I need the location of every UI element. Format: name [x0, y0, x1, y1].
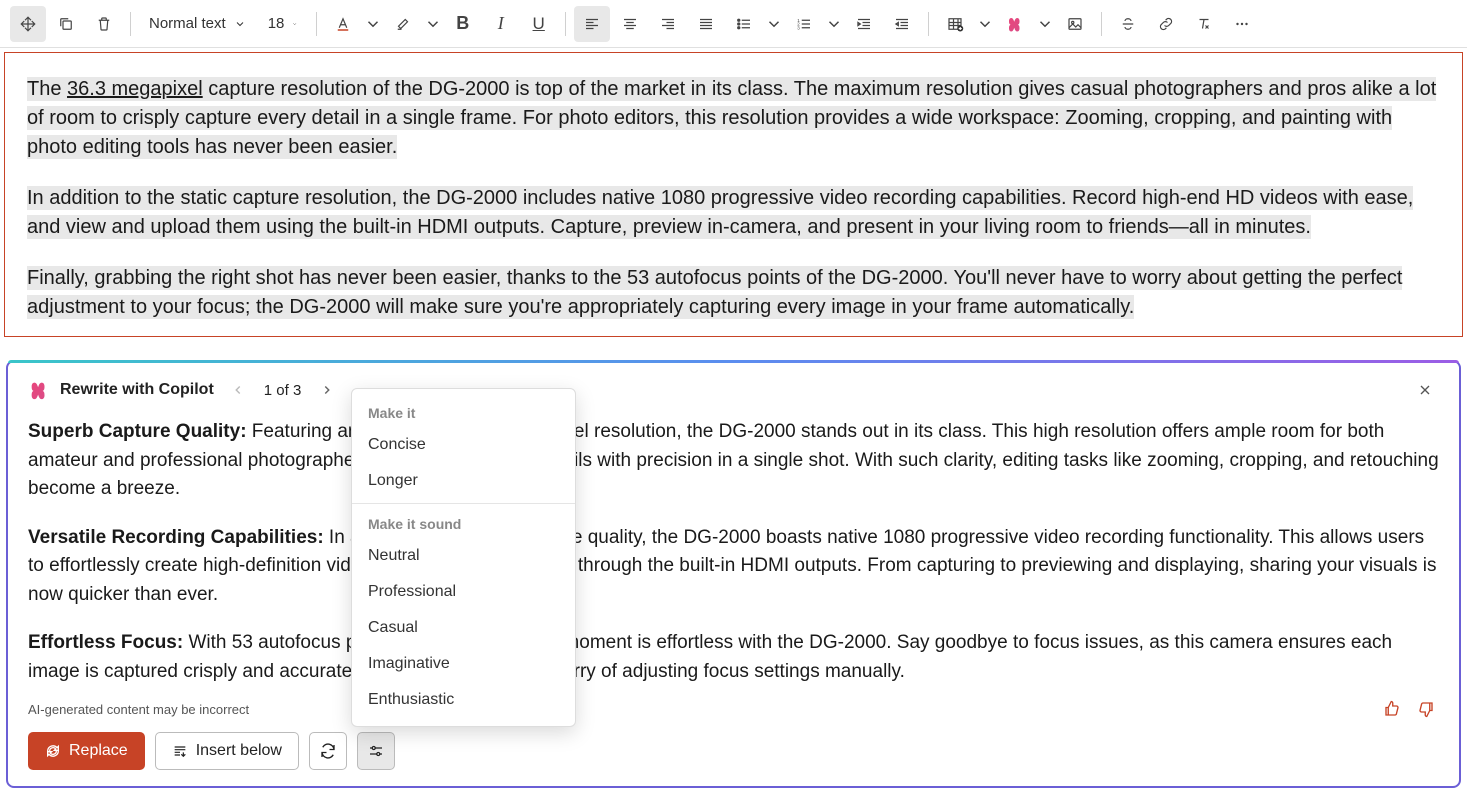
suggestion-paragraph: Superb Capture Quality: Featuring an imp… [28, 418, 1439, 504]
highlight-button[interactable] [385, 6, 421, 42]
delete-icon[interactable] [86, 6, 122, 42]
thumbs-down-button[interactable] [1413, 696, 1439, 722]
strikethrough-button[interactable] [1110, 6, 1146, 42]
bullet-list-button[interactable] [726, 6, 762, 42]
svg-text:3: 3 [797, 25, 800, 30]
suggestion-counter: 1 of 3 [264, 382, 302, 399]
formatting-toolbar: Normal text 18 B I U 123 [0, 0, 1467, 48]
copilot-logo-icon [28, 379, 50, 401]
tone-option-enthusiastic[interactable]: Enthusiastic [352, 682, 575, 718]
font-size-value: 18 [268, 15, 285, 32]
regenerate-button[interactable] [309, 732, 347, 770]
copilot-title: Rewrite with Copilot [60, 381, 214, 399]
move-handle-icon[interactable] [10, 6, 46, 42]
replace-button[interactable]: Replace [28, 732, 145, 770]
highlight-dropdown[interactable] [423, 6, 443, 42]
align-justify-button[interactable] [688, 6, 724, 42]
image-button[interactable] [1057, 6, 1093, 42]
megapixel-link[interactable]: 36.3 megapixel [67, 78, 203, 100]
copilot-rewrite-panel: Rewrite with Copilot 1 of 3 Superb Captu… [6, 360, 1461, 788]
insert-below-button[interactable]: Insert below [155, 732, 299, 770]
number-list-button[interactable]: 123 [786, 6, 822, 42]
align-center-button[interactable] [612, 6, 648, 42]
table-dropdown[interactable] [975, 6, 995, 42]
indent-increase-button[interactable] [846, 6, 882, 42]
doc-paragraph[interactable]: Finally, grabbing the right shot has nev… [27, 264, 1440, 322]
underline-button[interactable]: U [521, 6, 557, 42]
copilot-dropdown[interactable] [1035, 6, 1055, 42]
link-button[interactable] [1148, 6, 1184, 42]
font-color-dropdown[interactable] [363, 6, 383, 42]
more-options-button[interactable] [1224, 6, 1260, 42]
tone-section-header: Make it sound [352, 508, 575, 538]
tone-adjust-menu: Make it Concise Longer Make it sound Neu… [351, 388, 576, 727]
adjust-tone-button[interactable] [357, 732, 395, 770]
tone-option-casual[interactable]: Casual [352, 610, 575, 646]
clear-format-button[interactable] [1186, 6, 1222, 42]
suggestion-paragraph: Versatile Recording Capabilities: In add… [28, 524, 1439, 610]
suggestion-paragraph: Effortless Focus: With 53 autofocus poin… [28, 629, 1439, 686]
font-size-select[interactable]: 18 [258, 6, 308, 42]
tone-option-longer[interactable]: Longer [352, 463, 575, 499]
bold-button[interactable]: B [445, 6, 481, 42]
tone-option-imaginative[interactable]: Imaginative [352, 646, 575, 682]
font-color-button[interactable] [325, 6, 361, 42]
prev-suggestion-button[interactable] [224, 376, 252, 404]
copy-icon[interactable] [48, 6, 84, 42]
text-style-select[interactable]: Normal text [139, 6, 256, 42]
align-right-button[interactable] [650, 6, 686, 42]
ai-disclaimer: AI-generated content may be incorrect [28, 702, 249, 717]
next-suggestion-button[interactable] [313, 376, 341, 404]
copilot-header: Rewrite with Copilot 1 of 3 [28, 376, 1439, 404]
thumbs-up-button[interactable] [1379, 696, 1405, 722]
align-left-button[interactable] [574, 6, 610, 42]
close-panel-button[interactable] [1411, 376, 1439, 404]
tone-option-professional[interactable]: Professional [352, 574, 575, 610]
italic-button[interactable]: I [483, 6, 519, 42]
copilot-suggestion-body: Superb Capture Quality: Featuring an imp… [28, 418, 1439, 686]
tone-section-header: Make it [352, 397, 575, 427]
doc-paragraph[interactable]: In addition to the static capture resolu… [27, 184, 1440, 242]
doc-paragraph[interactable]: The 36.3 megapixel capture resolution of… [27, 75, 1440, 162]
text-style-label: Normal text [149, 15, 226, 32]
number-list-dropdown[interactable] [824, 6, 844, 42]
tone-option-concise[interactable]: Concise [352, 427, 575, 463]
copilot-button[interactable] [997, 6, 1033, 42]
menu-separator [352, 503, 575, 504]
indent-decrease-button[interactable] [884, 6, 920, 42]
table-button[interactable] [937, 6, 973, 42]
bullet-list-dropdown[interactable] [764, 6, 784, 42]
tone-option-neutral[interactable]: Neutral [352, 538, 575, 574]
document-content[interactable]: The 36.3 megapixel capture resolution of… [4, 52, 1463, 337]
